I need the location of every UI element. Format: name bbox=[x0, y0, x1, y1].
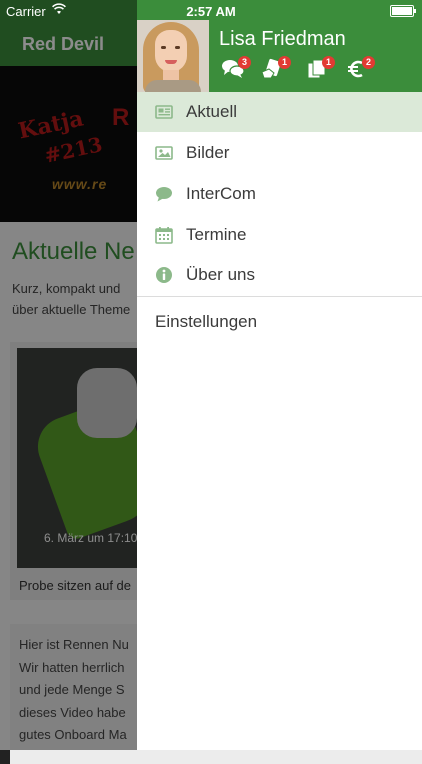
chat-bubbles-icon[interactable]: 3 bbox=[221, 56, 251, 82]
info-icon bbox=[155, 266, 173, 284]
hand-card-icon[interactable]: 1 bbox=[261, 56, 291, 82]
calendar-icon bbox=[155, 226, 173, 244]
menu-item-bilder[interactable]: Bilder bbox=[137, 133, 422, 173]
newspaper-icon bbox=[155, 103, 173, 121]
euro-badge: 2 bbox=[362, 56, 375, 69]
menu-label-intercom: InterCom bbox=[186, 184, 256, 203]
chat-badge: 3 bbox=[238, 56, 251, 69]
menu-divider bbox=[137, 296, 422, 297]
menu-label-aktuell: Aktuell bbox=[186, 102, 238, 121]
image-icon bbox=[155, 144, 173, 162]
menu-item-intercom[interactable]: InterCom bbox=[137, 174, 422, 214]
avatar[interactable] bbox=[137, 20, 209, 92]
euro-icon[interactable]: 2 bbox=[345, 56, 375, 82]
menu-item-aktuell[interactable]: Aktuell bbox=[137, 92, 422, 132]
user-name[interactable]: Lisa Friedman bbox=[219, 28, 346, 51]
menu-item-termine[interactable]: Termine bbox=[137, 215, 422, 255]
status-time: 2:57 AM bbox=[186, 4, 236, 19]
status-bar: Carrier 2:57 AM bbox=[0, 0, 422, 22]
menu-label-termine: Termine bbox=[186, 225, 247, 244]
documents-icon[interactable]: 1 bbox=[305, 56, 335, 82]
menu-item-ueber-uns[interactable]: Über uns bbox=[137, 255, 422, 295]
menu-label-ueber-uns: Über uns bbox=[186, 265, 255, 284]
hand-card-badge: 1 bbox=[278, 56, 291, 69]
battery-icon bbox=[390, 5, 416, 17]
navigation-drawer: Lisa Friedman 3 1 1 2 Aktuell Bilder Int… bbox=[137, 0, 422, 750]
menu-item-einstellungen[interactable]: Einstellungen bbox=[155, 312, 257, 332]
menu-label-bilder: Bilder bbox=[186, 143, 230, 162]
documents-badge: 1 bbox=[322, 56, 335, 69]
chat-bubble-icon bbox=[155, 185, 173, 203]
